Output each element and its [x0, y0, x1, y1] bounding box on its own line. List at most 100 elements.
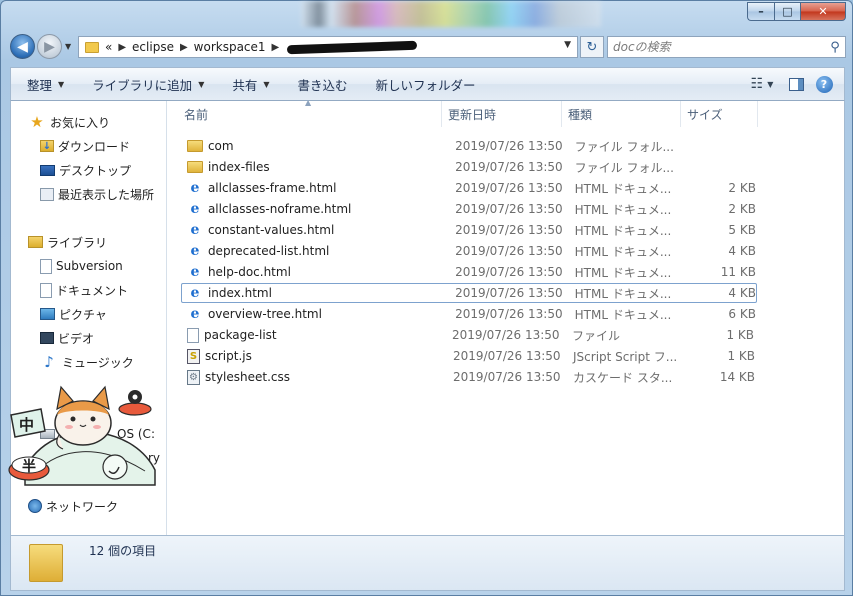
- file-row[interactable]: com 2019/07/26 13:50 ファイル フォル...: [181, 136, 757, 156]
- file-type: ファイル フォル...: [574, 139, 674, 154]
- file-row-selected[interactable]: e index.html 2019/07/26 13:50 HTML ドキュメ.…: [181, 283, 757, 303]
- file-type: HTML ドキュメ...: [574, 286, 672, 301]
- column-header-size[interactable]: サイズ: [681, 101, 758, 127]
- file-size: 4 KB: [728, 286, 756, 300]
- file-date: 2019/07/26 13:50: [455, 265, 563, 279]
- nav-network[interactable]: ネットワーク: [28, 496, 118, 516]
- file-row[interactable]: ⚙ stylesheet.css 2019/07/26 13:50 カスケード …: [181, 367, 757, 387]
- file-row[interactable]: e overview-tree.html 2019/07/26 13:50 HT…: [181, 304, 757, 324]
- nav-favorites[interactable]: ★ お気に入り: [28, 112, 110, 132]
- caret-down-icon: ▼: [58, 79, 65, 89]
- address-dropdown-icon[interactable]: ▼: [564, 40, 571, 50]
- status-bar: 12 個の項目: [10, 535, 845, 591]
- maximize-button[interactable]: □: [774, 2, 800, 21]
- file-row[interactable]: e deprecated-list.html 2019/07/26 13:50 …: [181, 241, 757, 261]
- file-type: カスケード スタ...: [573, 370, 673, 385]
- preview-pane-icon[interactable]: [782, 71, 810, 97]
- share-button[interactable]: 共有 ▼: [218, 71, 283, 97]
- html-icon: e: [190, 306, 200, 322]
- file-name: script.js: [205, 349, 252, 363]
- file-row[interactable]: index-files 2019/07/26 13:50 ファイル フォル...: [181, 157, 757, 177]
- kanji-tile-bottom: 半: [8, 456, 50, 481]
- minimize-button[interactable]: –: [747, 2, 774, 21]
- refresh-button[interactable]: ↻: [580, 36, 604, 58]
- html-icon: e: [190, 201, 200, 217]
- new-folder-label: 新しいフォルダー: [375, 77, 476, 93]
- nav-recent-places[interactable]: 最近表示した場所: [40, 184, 154, 204]
- file-name: help-doc.html: [207, 265, 291, 279]
- nav-documents[interactable]: ドキュメント: [40, 280, 128, 300]
- file-size: 4 KB: [728, 244, 756, 258]
- nav-music[interactable]: ♪ ミュージック: [40, 352, 134, 372]
- library-icon: [28, 236, 43, 248]
- column-headers: ▲ 名前 更新日時 種類 サイズ: [167, 101, 844, 127]
- address-bar[interactable]: « ▶ eclipse ▶ workspace1 ▶ ▼: [78, 36, 578, 58]
- preview-pane-glyph: [788, 77, 804, 91]
- organize-button[interactable]: 整理 ▼: [11, 71, 78, 97]
- file-name: deprecated-list.html: [207, 244, 330, 258]
- file-row[interactable]: e allclasses-noframe.html 2019/07/26 13:…: [181, 199, 757, 219]
- gear-icon: [118, 390, 152, 416]
- nav-subversion[interactable]: Subversion: [40, 256, 123, 276]
- file-row[interactable]: S script.js 2019/07/26 13:50 JScript Scr…: [181, 346, 757, 366]
- column-date-label: 更新日時: [448, 107, 497, 122]
- add-to-library-button[interactable]: ライブラリに追加 ▼: [78, 71, 218, 97]
- view-options-icon[interactable]: ☷ ▼: [742, 71, 782, 97]
- burn-button[interactable]: 書き込む: [284, 71, 362, 97]
- command-bar: 整理 ▼ ライブラリに追加 ▼ 共有 ▼ 書き込む 新しいフォルダー ☷ ▼ ?: [10, 67, 845, 101]
- organize-label: 整理: [27, 77, 53, 93]
- breadcrumb-overflow[interactable]: «: [105, 40, 112, 54]
- help-icon[interactable]: ?: [810, 71, 838, 97]
- document-icon: [40, 282, 52, 298]
- html-icon: e: [190, 222, 200, 238]
- close-button[interactable]: ✕: [800, 2, 846, 21]
- file-type: JScript Script フ...: [573, 349, 678, 364]
- nav-videos[interactable]: ビデオ: [40, 328, 94, 348]
- html-icon: e: [190, 285, 200, 301]
- sort-ascending-icon: ▲: [305, 101, 312, 107]
- html-icon: e: [190, 243, 200, 259]
- file-row[interactable]: e constant-values.html 2019/07/26 13:50 …: [181, 220, 757, 240]
- nav-recent-label: 最近表示した場所: [58, 187, 155, 202]
- breadcrumb-separator-icon[interactable]: ▶: [272, 42, 280, 53]
- background-strip: [301, 1, 601, 27]
- nav-desktop[interactable]: デスクトップ: [40, 160, 131, 180]
- file-size: 2 KB: [728, 181, 756, 195]
- file-type: HTML ドキュメ...: [574, 307, 672, 322]
- file-size: 6 KB: [728, 307, 756, 321]
- file-date: 2019/07/26 13:50: [453, 349, 561, 363]
- breadcrumb-workspace1[interactable]: workspace1: [194, 40, 266, 54]
- column-header-type[interactable]: 種類: [562, 101, 681, 127]
- nav-libraries[interactable]: ライブラリ: [28, 232, 107, 252]
- column-type-label: 種類: [568, 107, 593, 122]
- back-button[interactable]: ◀: [10, 34, 35, 59]
- file-name: overview-tree.html: [207, 307, 322, 321]
- document-library-icon: [40, 258, 52, 274]
- file-date: 2019/07/26 13:50: [455, 202, 563, 216]
- breadcrumb-eclipse[interactable]: eclipse: [132, 40, 174, 54]
- column-header-date[interactable]: 更新日時: [442, 101, 562, 127]
- kanji-tile-top: 中: [10, 408, 46, 438]
- new-folder-button[interactable]: 新しいフォルダー: [362, 71, 490, 97]
- folder-icon: [187, 140, 203, 152]
- column-header-name[interactable]: ▲ 名前: [167, 101, 442, 127]
- file-row[interactable]: e help-doc.html 2019/07/26 13:50 HTML ドキ…: [181, 262, 757, 282]
- nav-music-label: ミュージック: [62, 355, 134, 370]
- nav-pictures[interactable]: ピクチャ: [40, 304, 107, 324]
- search-icon[interactable]: ⚲: [825, 40, 845, 55]
- history-dropdown-icon[interactable]: ▼: [65, 42, 71, 51]
- file-row[interactable]: package-list 2019/07/26 13:50 ファイル 1 KB: [181, 325, 757, 345]
- file-type: HTML ドキュメ...: [574, 244, 672, 259]
- file-row[interactable]: e allclasses-frame.html 2019/07/26 13:50…: [181, 178, 757, 198]
- breadcrumb-separator-icon[interactable]: ▶: [118, 42, 126, 53]
- address-row: ◀ ▶ ▼ « ▶ eclipse ▶ workspace1 ▶ ▼ ↻ ⚲: [9, 33, 846, 61]
- star-icon: ★: [30, 113, 44, 131]
- caret-down-icon: ▼: [198, 79, 205, 89]
- nav-favorites-label: お気に入り: [50, 115, 111, 130]
- mascot-sticker-overlay: 中 半: [8, 385, 156, 486]
- file-type: HTML ドキュメ...: [574, 181, 672, 196]
- forward-button[interactable]: ▶: [37, 34, 62, 59]
- search-input[interactable]: [608, 38, 825, 56]
- nav-downloads[interactable]: ↓ ダウンロード: [40, 136, 130, 156]
- breadcrumb-separator-icon[interactable]: ▶: [180, 42, 188, 53]
